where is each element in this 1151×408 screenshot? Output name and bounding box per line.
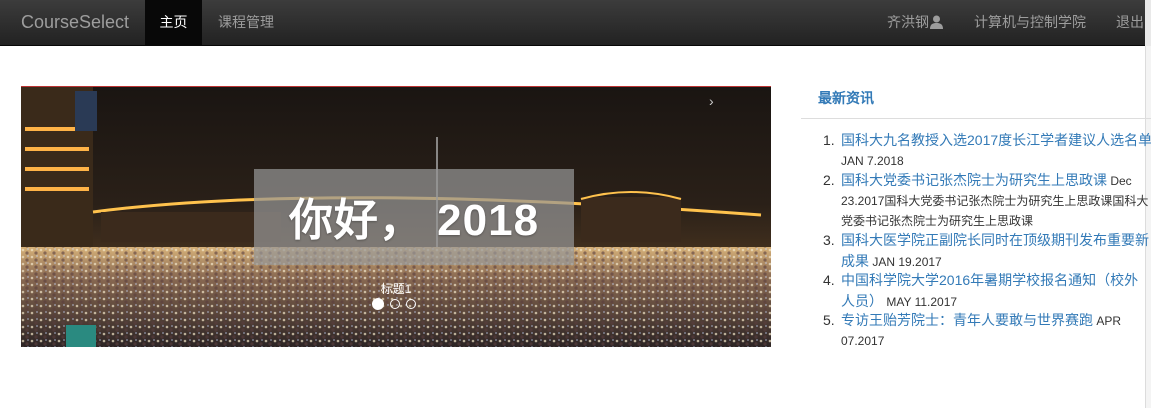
news-divider: [801, 118, 1151, 119]
nav-college[interactable]: 计算机与控制学院: [974, 0, 1086, 46]
list-item-number: 3.: [823, 232, 835, 248]
carousel-indicator-2[interactable]: [390, 299, 400, 309]
list-item-number: 4.: [823, 272, 835, 288]
nav-home[interactable]: 主页: [145, 0, 202, 46]
news-link[interactable]: 国科大党委书记张杰院士为研究生上思政课: [841, 172, 1107, 188]
news-list: 1. 国科大九名教授入选2017度长江学者建议人选名单 JAN 7.2018 2…: [823, 130, 1151, 350]
brand-logo[interactable]: CourseSelect: [21, 11, 129, 33]
top-navbar: CourseSelect 主页 课程管理 齐洪钢 计算机与控制学院 退出: [0, 0, 1151, 46]
list-item: 3. 国科大医学院正副院长同时在顶级期刊发布重要新成果 JAN 19.2017: [823, 230, 1151, 270]
carousel-indicator-3[interactable]: [406, 299, 416, 309]
user-name: 齐洪钢: [887, 14, 929, 30]
list-item: 1. 国科大九名教授入选2017度长江学者建议人选名单 JAN 7.2018: [823, 130, 1151, 170]
list-item: 4. 中国科学院大学2016年暑期学校报名通知（校外人员） MAY 11.201…: [823, 270, 1151, 310]
news-link[interactable]: 国科大九名教授入选2017度长江学者建议人选名单: [841, 132, 1151, 148]
list-item-number: 5.: [823, 312, 835, 328]
user-icon: [930, 2, 943, 46]
list-item-number: 1.: [823, 132, 835, 148]
carousel-next-arrow[interactable]: ›: [709, 93, 714, 109]
news-date: MAY 11.2017: [886, 295, 958, 309]
carousel-indicator-1[interactable]: [372, 298, 384, 310]
list-item: 5. 专访王贻芳院士：青年人要敢与世界赛跑 APR 07.2017: [823, 310, 1151, 350]
caption-label: 标题1: [380, 282, 412, 296]
list-item-number: 2.: [823, 172, 835, 188]
caption-heading: 你好， 2018: [288, 196, 540, 245]
nav-course-manage[interactable]: 课程管理: [218, 0, 274, 46]
nav-user[interactable]: 齐洪钢: [887, 0, 943, 46]
news-date: JAN 19.2017: [872, 255, 942, 269]
nav-logout[interactable]: 退出: [1116, 0, 1144, 46]
news-date: JAN 7.2018: [841, 154, 904, 168]
list-item: 2. 国科大党委书记张杰院士为研究生上思政课 Dec 23.2017国科大党委书…: [823, 170, 1151, 230]
news-link[interactable]: 专访王贻芳院士：青年人要敢与世界赛跑: [841, 312, 1093, 328]
news-heading: 最新资讯: [818, 90, 874, 106]
image-carousel[interactable]: 你好， 2018 标题1 ›: [21, 86, 771, 347]
